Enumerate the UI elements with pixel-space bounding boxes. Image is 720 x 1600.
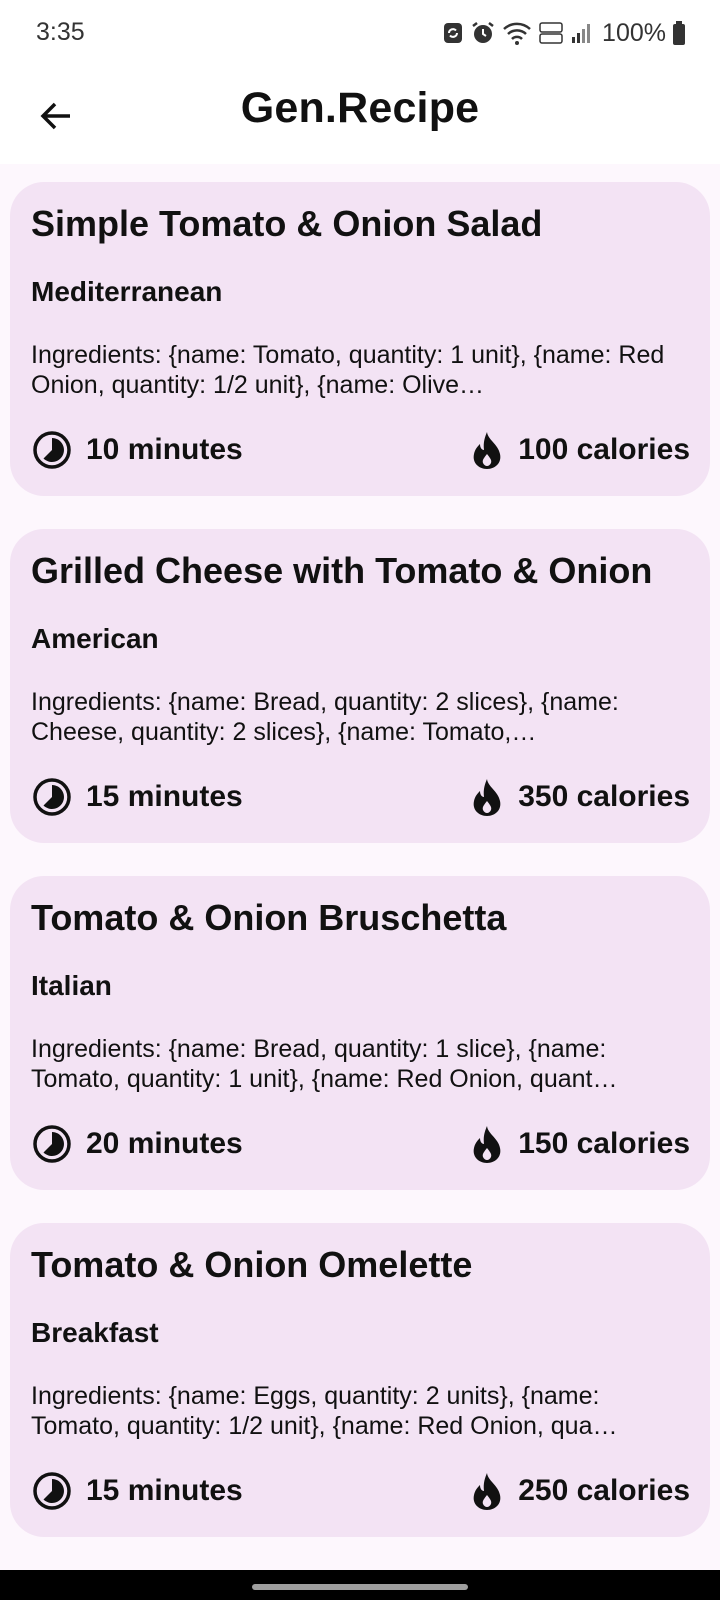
fire-icon: [473, 1126, 501, 1163]
recipe-time: 20 minutes: [32, 1124, 243, 1164]
timer-icon: [33, 1472, 71, 1510]
recipe-calories: 350 calories: [470, 777, 690, 817]
recipe-cuisine: Mediterranean: [31, 276, 223, 307]
recipe-meta: 15 minutes 350 calories: [32, 777, 690, 817]
recipe-time-text: 10 minutes: [86, 433, 243, 466]
status-icons: 100%: [442, 16, 686, 50]
timer-icon: [33, 431, 71, 469]
wifi-icon: [503, 22, 531, 45]
system-nav-bar: [0, 1570, 720, 1600]
recipe-cuisine: American: [31, 623, 159, 654]
recipe-meta: 15 minutes 250 calories: [32, 1471, 690, 1511]
recipe-calories-text: 150 calories: [518, 1127, 690, 1160]
recipe-time: 10 minutes: [32, 430, 243, 470]
recipe-card[interactable]: Grilled Cheese with Tomato & Onion Ameri…: [10, 529, 710, 843]
sync-icon: [444, 23, 463, 43]
home-gesture-handle[interactable]: [252, 1584, 468, 1590]
recipe-title: Tomato & Onion Omelette: [31, 1244, 473, 1285]
volte-icon: [539, 22, 563, 44]
recipe-ingredients: Ingredients: {name: Tomato, quantity: 1 …: [31, 341, 665, 399]
timer-icon: [33, 1125, 71, 1163]
recipe-card[interactable]: Tomato & Onion Bruschetta Italian Ingred…: [10, 876, 710, 1190]
recipe-title: Simple Tomato & Onion Salad: [31, 203, 543, 244]
recipe-ingredients: Ingredients: {name: Eggs, quantity: 2 un…: [31, 1382, 618, 1440]
recipe-ingredients: Ingredients: {name: Bread, quantity: 1 s…: [31, 1035, 618, 1093]
status-time: 3:35: [36, 18, 85, 46]
recipe-time: 15 minutes: [32, 1471, 243, 1511]
recipe-ingredients: Ingredients: {name: Bread, quantity: 2 s…: [31, 688, 619, 746]
fire-icon: [473, 779, 501, 816]
recipe-time-text: 15 minutes: [86, 1474, 243, 1507]
timer-icon: [33, 778, 71, 816]
app-bar: Gen.Recipe: [0, 66, 720, 164]
battery-percent: 100%: [602, 18, 666, 47]
recipe-cuisine: Breakfast: [31, 1317, 159, 1348]
recipe-meta: 10 minutes 100 calories: [32, 430, 690, 470]
recipe-card[interactable]: Tomato & Onion Omelette Breakfast Ingred…: [10, 1223, 710, 1537]
recipe-time-text: 20 minutes: [86, 1127, 243, 1160]
recipe-card[interactable]: Simple Tomato & Onion Salad Mediterranea…: [10, 182, 710, 496]
recipe-calories-text: 250 calories: [518, 1474, 690, 1507]
recipe-time: 15 minutes: [32, 777, 243, 817]
fire-icon: [473, 1473, 501, 1510]
recipe-calories: 250 calories: [470, 1471, 690, 1511]
alarm-icon: [472, 22, 494, 43]
signal-icon: [572, 24, 591, 43]
recipe-title: Grilled Cheese with Tomato & Onion: [31, 550, 653, 591]
recipe-title: Tomato & Onion Bruschetta: [31, 897, 507, 938]
recipe-time-text: 15 minutes: [86, 780, 243, 813]
recipe-calories-text: 100 calories: [518, 433, 690, 466]
recipe-calories-text: 350 calories: [518, 780, 690, 813]
battery-icon: [673, 21, 685, 45]
page-title: Gen.Recipe: [240, 84, 480, 132]
recipe-calories: 150 calories: [470, 1124, 690, 1164]
recipe-cuisine: Italian: [31, 970, 112, 1001]
fire-icon: [473, 432, 501, 469]
recipe-meta: 20 minutes 150 calories: [32, 1124, 690, 1164]
status-bar: 3:35 100%: [0, 0, 720, 66]
recipe-calories: 100 calories: [470, 430, 690, 470]
